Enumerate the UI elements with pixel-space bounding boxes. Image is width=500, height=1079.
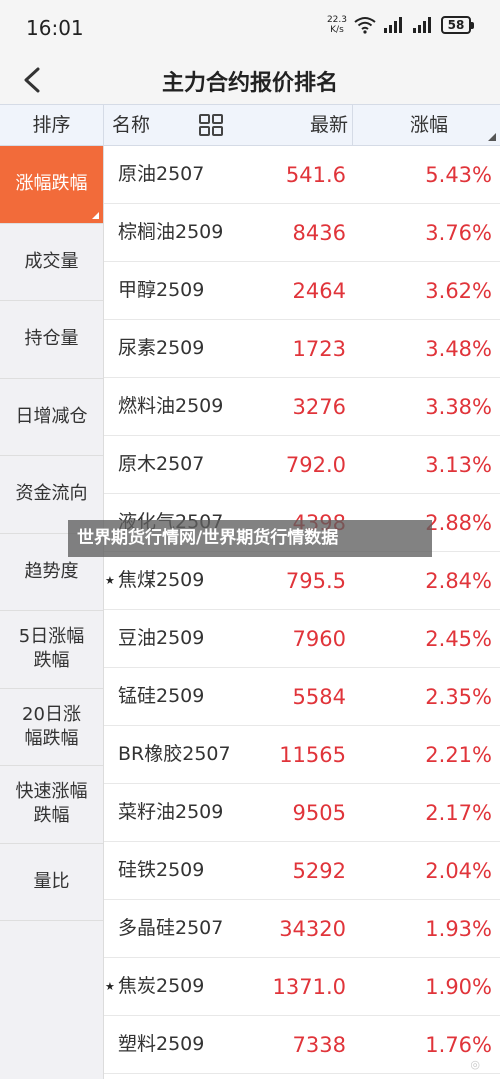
latest-price: 34320 — [279, 917, 346, 941]
change-percent: 2.45% — [425, 627, 492, 651]
latest-price: 1371.0 — [272, 975, 346, 999]
change-percent: 3.13% — [425, 453, 492, 477]
change-percent: 2.17% — [425, 801, 492, 825]
table-row[interactable]: 多晶硅2507 34320 1.93% — [104, 900, 500, 958]
sidebar-item-20day-change[interactable]: 20日涨 幅跌幅 — [0, 689, 103, 766]
sidebar-item-volume-ratio[interactable]: 量比 — [0, 844, 103, 921]
latest-price: 3276 — [292, 395, 346, 419]
table-header: 排序 名称 最新 涨幅 — [0, 104, 500, 146]
sidebar-item-open-interest[interactable]: 持仓量 — [0, 301, 103, 379]
watermark-banner: 世界期货行情网/世界期货行情数据 — [68, 520, 432, 557]
contract-name: 原油2507 — [118, 163, 205, 185]
change-percent: 2.04% — [425, 859, 492, 883]
battery-icon: 58 — [441, 16, 474, 34]
network-speed: 22.3 K/s — [327, 15, 347, 35]
quote-list: 原油2507 541.6 5.43% 棕榈油2509 8436 3.76% 甲醇… — [104, 146, 500, 1074]
sidebar-item-change[interactable]: 涨幅跌幅 — [0, 146, 103, 224]
contract-name: 多晶硅2507 — [118, 917, 224, 939]
status-bar: 16:01 22.3 K/s 58 — [0, 0, 500, 56]
wifi-icon — [354, 17, 376, 34]
latest-price: 5292 — [292, 859, 346, 883]
star-icon: ★ — [105, 574, 115, 587]
change-column-header: 涨幅 — [409, 114, 448, 136]
table-row[interactable]: 甲醇2509 2464 3.62% — [104, 262, 500, 320]
star-icon: ★ — [105, 980, 115, 993]
table-row[interactable]: ★ 焦炭2509 1371.0 1.90% — [104, 958, 500, 1016]
contract-name: 菜籽油2509 — [118, 801, 224, 823]
status-time: 16:01 — [26, 16, 84, 40]
battery-level: 58 — [441, 16, 471, 34]
change-percent: 3.62% — [425, 279, 492, 303]
latest-price-column-header[interactable]: 最新 — [270, 105, 348, 145]
change-percent: 3.48% — [425, 337, 492, 361]
title-bar: 主力合约报价排名 — [0, 56, 500, 104]
sort-triangle-icon — [488, 133, 496, 141]
latest-price: 7338 — [292, 1033, 346, 1057]
name-column-header: 名称 — [112, 114, 151, 136]
table-row[interactable]: 豆油2509 7960 2.45% — [104, 610, 500, 668]
contract-name: BR橡胶2507 — [118, 743, 231, 765]
signal-icon-2 — [413, 17, 431, 33]
sidebar-item-volume[interactable]: 成交量 — [0, 224, 103, 301]
contract-name: 燃料油2509 — [118, 395, 224, 417]
table-row[interactable]: 硅铁2509 5292 2.04% — [104, 842, 500, 900]
contract-name: 尿素2509 — [118, 337, 205, 359]
table-row[interactable]: 原木2507 792.0 3.13% — [104, 436, 500, 494]
change-percent: 2.21% — [425, 743, 492, 767]
latest-price: 7960 — [292, 627, 346, 651]
change-percent: 1.93% — [425, 917, 492, 941]
latest-price: 1723 — [292, 337, 346, 361]
latest-price: 9505 — [292, 801, 346, 825]
contract-name: 锰硅2509 — [118, 685, 205, 707]
page-title: 主力合约报价排名 — [161, 71, 338, 96]
table-row[interactable]: 燃料油2509 3276 3.38% — [104, 378, 500, 436]
network-speed-unit: K/s — [330, 25, 344, 35]
sidebar-item-daily-position-change[interactable]: 日增减仓 — [0, 379, 103, 456]
change-percent: 3.76% — [425, 221, 492, 245]
change-column-header-cell[interactable]: 涨幅 — [352, 105, 500, 145]
contract-name: 硅铁2509 — [118, 859, 205, 881]
table-row[interactable]: 尿素2509 1723 3.48% — [104, 320, 500, 378]
latest-price: 795.5 — [285, 569, 346, 593]
latest-price: 541.6 — [285, 163, 346, 187]
change-percent: 2.88% — [425, 511, 492, 535]
signal-icon — [384, 17, 402, 33]
latest-price: 8436 — [292, 221, 346, 245]
contract-name: 棕榈油2509 — [118, 221, 224, 243]
change-percent: 5.43% — [425, 163, 492, 187]
contract-name: 豆油2509 — [118, 627, 205, 649]
change-percent: 2.84% — [425, 569, 492, 593]
network-speed-value: 22.3 — [326, 15, 347, 25]
status-indicators: 22.3 K/s 58 — [327, 15, 474, 35]
contract-name: 焦煤2509 — [118, 569, 205, 591]
change-percent: 1.76% — [425, 1033, 492, 1057]
table-row[interactable]: 菜籽油2509 9505 2.17% — [104, 784, 500, 842]
contract-name: 塑料2509 — [118, 1033, 205, 1055]
contract-name: 原木2507 — [118, 453, 205, 475]
contract-name: 甲醇2509 — [118, 279, 205, 301]
battery-tip — [471, 21, 474, 29]
contract-name: 焦炭2509 — [118, 975, 205, 997]
change-percent: 3.38% — [425, 395, 492, 419]
watermark-text: 世界期货行情网/世界期货行情数据 — [77, 528, 339, 548]
sort-header: 排序 — [0, 105, 104, 145]
change-percent: 2.35% — [425, 685, 492, 709]
table-row[interactable]: 原油2507 541.6 5.43% — [104, 146, 500, 204]
grid-icon[interactable] — [198, 113, 224, 137]
latest-price: 11565 — [279, 743, 346, 767]
table-row[interactable]: ★ 焦煤2509 795.5 2.84% — [104, 552, 500, 610]
sort-sidebar: 涨幅跌幅 成交量 持仓量 日增减仓 资金流向 趋势度 5日涨幅 跌幅 20日涨 … — [0, 146, 104, 1079]
change-percent: 1.90% — [425, 975, 492, 999]
table-row[interactable]: 塑料2509 7338 1.76% — [104, 1016, 500, 1074]
latest-price: 2464 — [292, 279, 346, 303]
latest-price: 5584 — [292, 685, 346, 709]
latest-price: 792.0 — [285, 453, 346, 477]
table-row[interactable]: BR橡胶2507 11565 2.21% — [104, 726, 500, 784]
sidebar-item-5day-change[interactable]: 5日涨幅 跌幅 — [0, 611, 103, 689]
weibo-icon: ◎ — [470, 1058, 480, 1071]
table-row[interactable]: 棕榈油2509 8436 3.76% — [104, 204, 500, 262]
sidebar-item-fast-change[interactable]: 快速涨幅 跌幅 — [0, 766, 103, 844]
table-row[interactable]: 锰硅2509 5584 2.35% — [104, 668, 500, 726]
